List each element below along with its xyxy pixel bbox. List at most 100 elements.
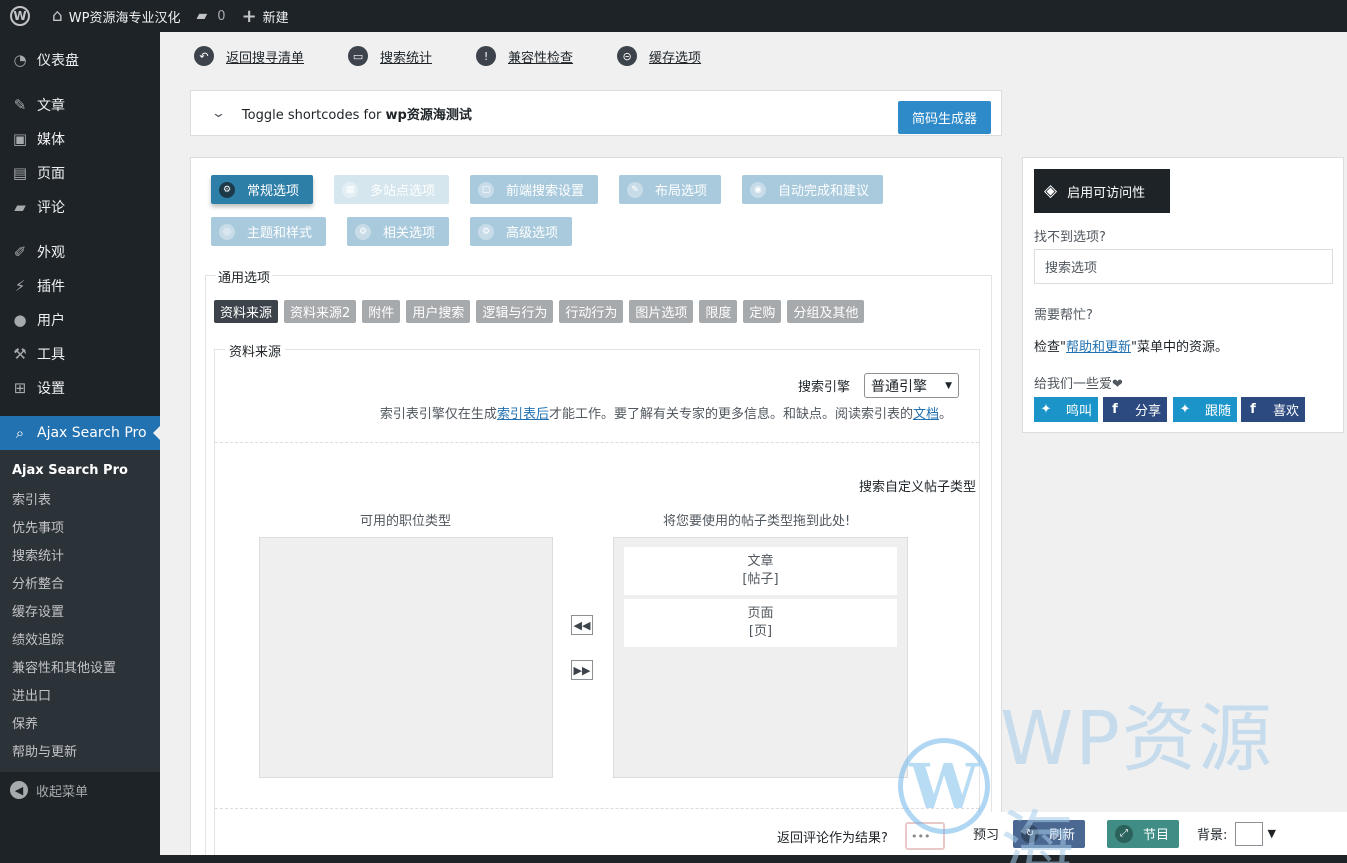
refresh-button[interactable]: ↻ 刷新 — [1013, 819, 1086, 848]
window-icon: ▢ — [478, 181, 494, 198]
menu-dashboard[interactable]: ◔ 仪表盘 — [0, 43, 160, 77]
chevron-down-icon: ▼ — [945, 380, 952, 391]
subtab-user-search[interactable]: 用户搜索 — [406, 300, 471, 323]
like-button[interactable]: f 喜欢 — [1241, 397, 1305, 422]
link-label: 缓存选项 — [649, 50, 702, 66]
shortcodes-toggle-box[interactable]: ⌄ Toggle shortcodes for wp资源海测试 简码生成器 — [190, 90, 1002, 136]
tab-multisite-options[interactable]: ▦ 多站点选项 — [334, 175, 450, 204]
divider — [215, 442, 979, 443]
chevron-down-icon[interactable]: ▼ — [1267, 827, 1275, 840]
site-name-link[interactable]: ⌂ WP资源海专业汉化 — [44, 0, 189, 32]
menu-tools[interactable]: ⚒ 工具 — [0, 337, 160, 371]
submenu-item[interactable]: Ajax Search Pro — [0, 456, 160, 484]
submenu-item[interactable]: 缓存设置 — [0, 596, 160, 624]
compatibility-check-link[interactable]: ! 兼容性检查 — [476, 46, 573, 66]
submenu-item[interactable]: 搜索统计 — [0, 540, 160, 568]
available-post-types-list[interactable] — [259, 537, 553, 778]
page-icon: ▤ — [12, 164, 28, 182]
submenu-item[interactable]: 优先事项 — [0, 512, 160, 540]
move-left-button[interactable]: ◀◀ — [571, 615, 593, 635]
help-resources-text: 检查"帮助和更新"菜单中的资源。 — [1034, 336, 1228, 355]
return-comments-toggle[interactable]: ••• — [905, 822, 945, 850]
share-button[interactable]: f 分享 — [1103, 397, 1167, 422]
gears-icon: ⚙ — [478, 223, 494, 240]
new-content-link[interactable]: + 新建 — [234, 0, 297, 32]
cant-find-text: 找不到选项? — [1034, 230, 1106, 245]
subtab-sources-2[interactable]: 资料来源2 — [284, 300, 357, 323]
help-text: "菜单中的资源。 — [1131, 340, 1228, 355]
submenu-item[interactable]: 进出口 — [0, 680, 160, 708]
menu-media[interactable]: ▣ 媒体 — [0, 122, 160, 156]
available-types-title: 可用的职位类型 — [360, 514, 452, 529]
shortcode-generator-button[interactable]: 简码生成器 — [898, 101, 991, 134]
chevron-down-icon: ⌄ — [210, 105, 227, 121]
tweet-button[interactable]: ✦ 鸣叫 — [1034, 397, 1098, 422]
selected-post-types-list[interactable]: 文章 [帖子] 页面 [页] — [613, 537, 908, 778]
search-options-input[interactable]: 搜索选项 — [1034, 249, 1333, 284]
submenu-item[interactable]: 兼容性和其他设置 — [0, 652, 160, 680]
engine-note: 索引表引擎仅在生成索引表后才能工作。要了解有关专家的更多信息。和缺点。阅读索引表… — [380, 403, 952, 422]
menu-ajax-search-pro[interactable]: ⌕ Ajax Search Pro — [0, 416, 161, 450]
menu-posts[interactable]: ✎ 文章 — [0, 88, 160, 122]
menu-comments[interactable]: ▰ 评论 — [0, 190, 160, 224]
subtab-sources[interactable]: 资料来源 — [214, 300, 279, 323]
subtab-logic-behavior[interactable]: 逻辑与行为 — [476, 300, 554, 323]
submenu-item[interactable]: 保养 — [0, 708, 160, 736]
submenu-item[interactable]: 帮助与更新 — [0, 736, 160, 764]
submenu-item[interactable]: 分析整合 — [0, 568, 160, 596]
tab-advanced-options[interactable]: ⚙ 高级选项 — [470, 217, 573, 246]
collapse-menu-button[interactable]: ◀ 收起菜单 — [0, 772, 160, 808]
wordpress-logo-icon[interactable]: W — [0, 0, 44, 32]
comment-icon: ▰ — [14, 198, 26, 216]
submenu-item[interactable]: 绩效追踪 — [0, 624, 160, 652]
menu-appearance[interactable]: ✐ 外观 — [0, 235, 160, 269]
post-type-name: 页面 — [747, 606, 774, 621]
location-pin-icon: ◉ — [750, 181, 766, 198]
subtab-image-options[interactable]: 图片选项 — [629, 300, 694, 323]
pencil-icon: ✎ — [627, 181, 643, 198]
social-label: 喜欢 — [1273, 404, 1300, 419]
tab-frontend-search-settings[interactable]: ▢ 前端搜索设置 — [470, 175, 599, 204]
search-stats-link[interactable]: ▭ 搜索统计 — [348, 46, 432, 66]
search-engine-select[interactable]: 普通引擎 ▼ — [864, 373, 959, 398]
menu-settings[interactable]: ⊞ 设置 — [0, 371, 160, 405]
subtab-mobile-behavior[interactable]: 行动行为 — [559, 300, 624, 323]
comments-link[interactable]: ▰ 0 — [189, 0, 234, 32]
documentation-link[interactable]: 文档 — [913, 407, 939, 422]
back-to-list-link[interactable]: ↶ 返回搜寻清单 — [194, 46, 304, 66]
background-color-picker[interactable] — [1235, 821, 1264, 846]
cache-options-link[interactable]: ⊝ 缓存选项 — [617, 46, 701, 66]
menu-pages[interactable]: ▤ 页面 — [0, 156, 160, 190]
tab-autocomplete-suggestions[interactable]: ◉ 自动完成和建议 — [742, 175, 884, 204]
menu-label: 设置 — [37, 381, 65, 397]
subtab-ordering[interactable]: 定购 — [743, 300, 782, 323]
preview-toolbar: 预习 ↻ 刷新 ⤢ 节目 背景: ▼ — [963, 812, 1347, 855]
subtab-limits[interactable]: 限度 — [699, 300, 738, 323]
subtab-grouping-other[interactable]: 分组及其他 — [787, 300, 865, 323]
submenu-item[interactable]: 索引表 — [0, 484, 160, 512]
menu-label: 文章 — [37, 98, 65, 114]
gear-icon: ⚙ — [219, 181, 235, 198]
post-type-item[interactable]: 页面 [页] — [624, 599, 897, 647]
subtab-attachments[interactable]: 附件 — [362, 300, 401, 323]
search-engine-row: 搜索引擎 普通引擎 ▼ — [798, 373, 959, 398]
post-type-item[interactable]: 文章 [帖子] — [624, 547, 897, 595]
post-type-name: 文章 — [747, 554, 774, 569]
general-options-fieldset: 通用选项 资料来源 资料来源2 附件 用户搜索 逻辑与行为 行动行为 图片选项 … — [205, 267, 992, 862]
twitter-icon: ✦ — [1040, 402, 1052, 417]
tab-layout-options[interactable]: ✎ 布局选项 — [619, 175, 722, 204]
menu-plugins[interactable]: ⚡ 插件 — [0, 269, 160, 303]
tab-theme-styling[interactable]: ◎ 主题和样式 — [211, 217, 327, 246]
tab-general-options[interactable]: ⚙ 常规选项 — [211, 175, 314, 204]
enable-accessibility-button[interactable]: ◈ 启用可访问性 — [1034, 169, 1170, 213]
menu-label: 仪表盘 — [37, 53, 79, 69]
media-icon: ▣ — [12, 130, 28, 148]
tab-label: 高级选项 — [506, 226, 559, 241]
help-updates-link[interactable]: 帮助和更新 — [1066, 340, 1131, 355]
move-right-button[interactable]: ▶▶ — [571, 660, 593, 680]
menu-users[interactable]: ● 用户 — [0, 303, 160, 337]
tab-relevance-options[interactable]: ⚙ 相关选项 — [347, 217, 450, 246]
follow-button[interactable]: ✦ 跟随 — [1173, 397, 1237, 422]
index-table-link[interactable]: 索引表后 — [497, 407, 549, 422]
show-section-button[interactable]: ⤢ 节目 — [1107, 819, 1180, 848]
